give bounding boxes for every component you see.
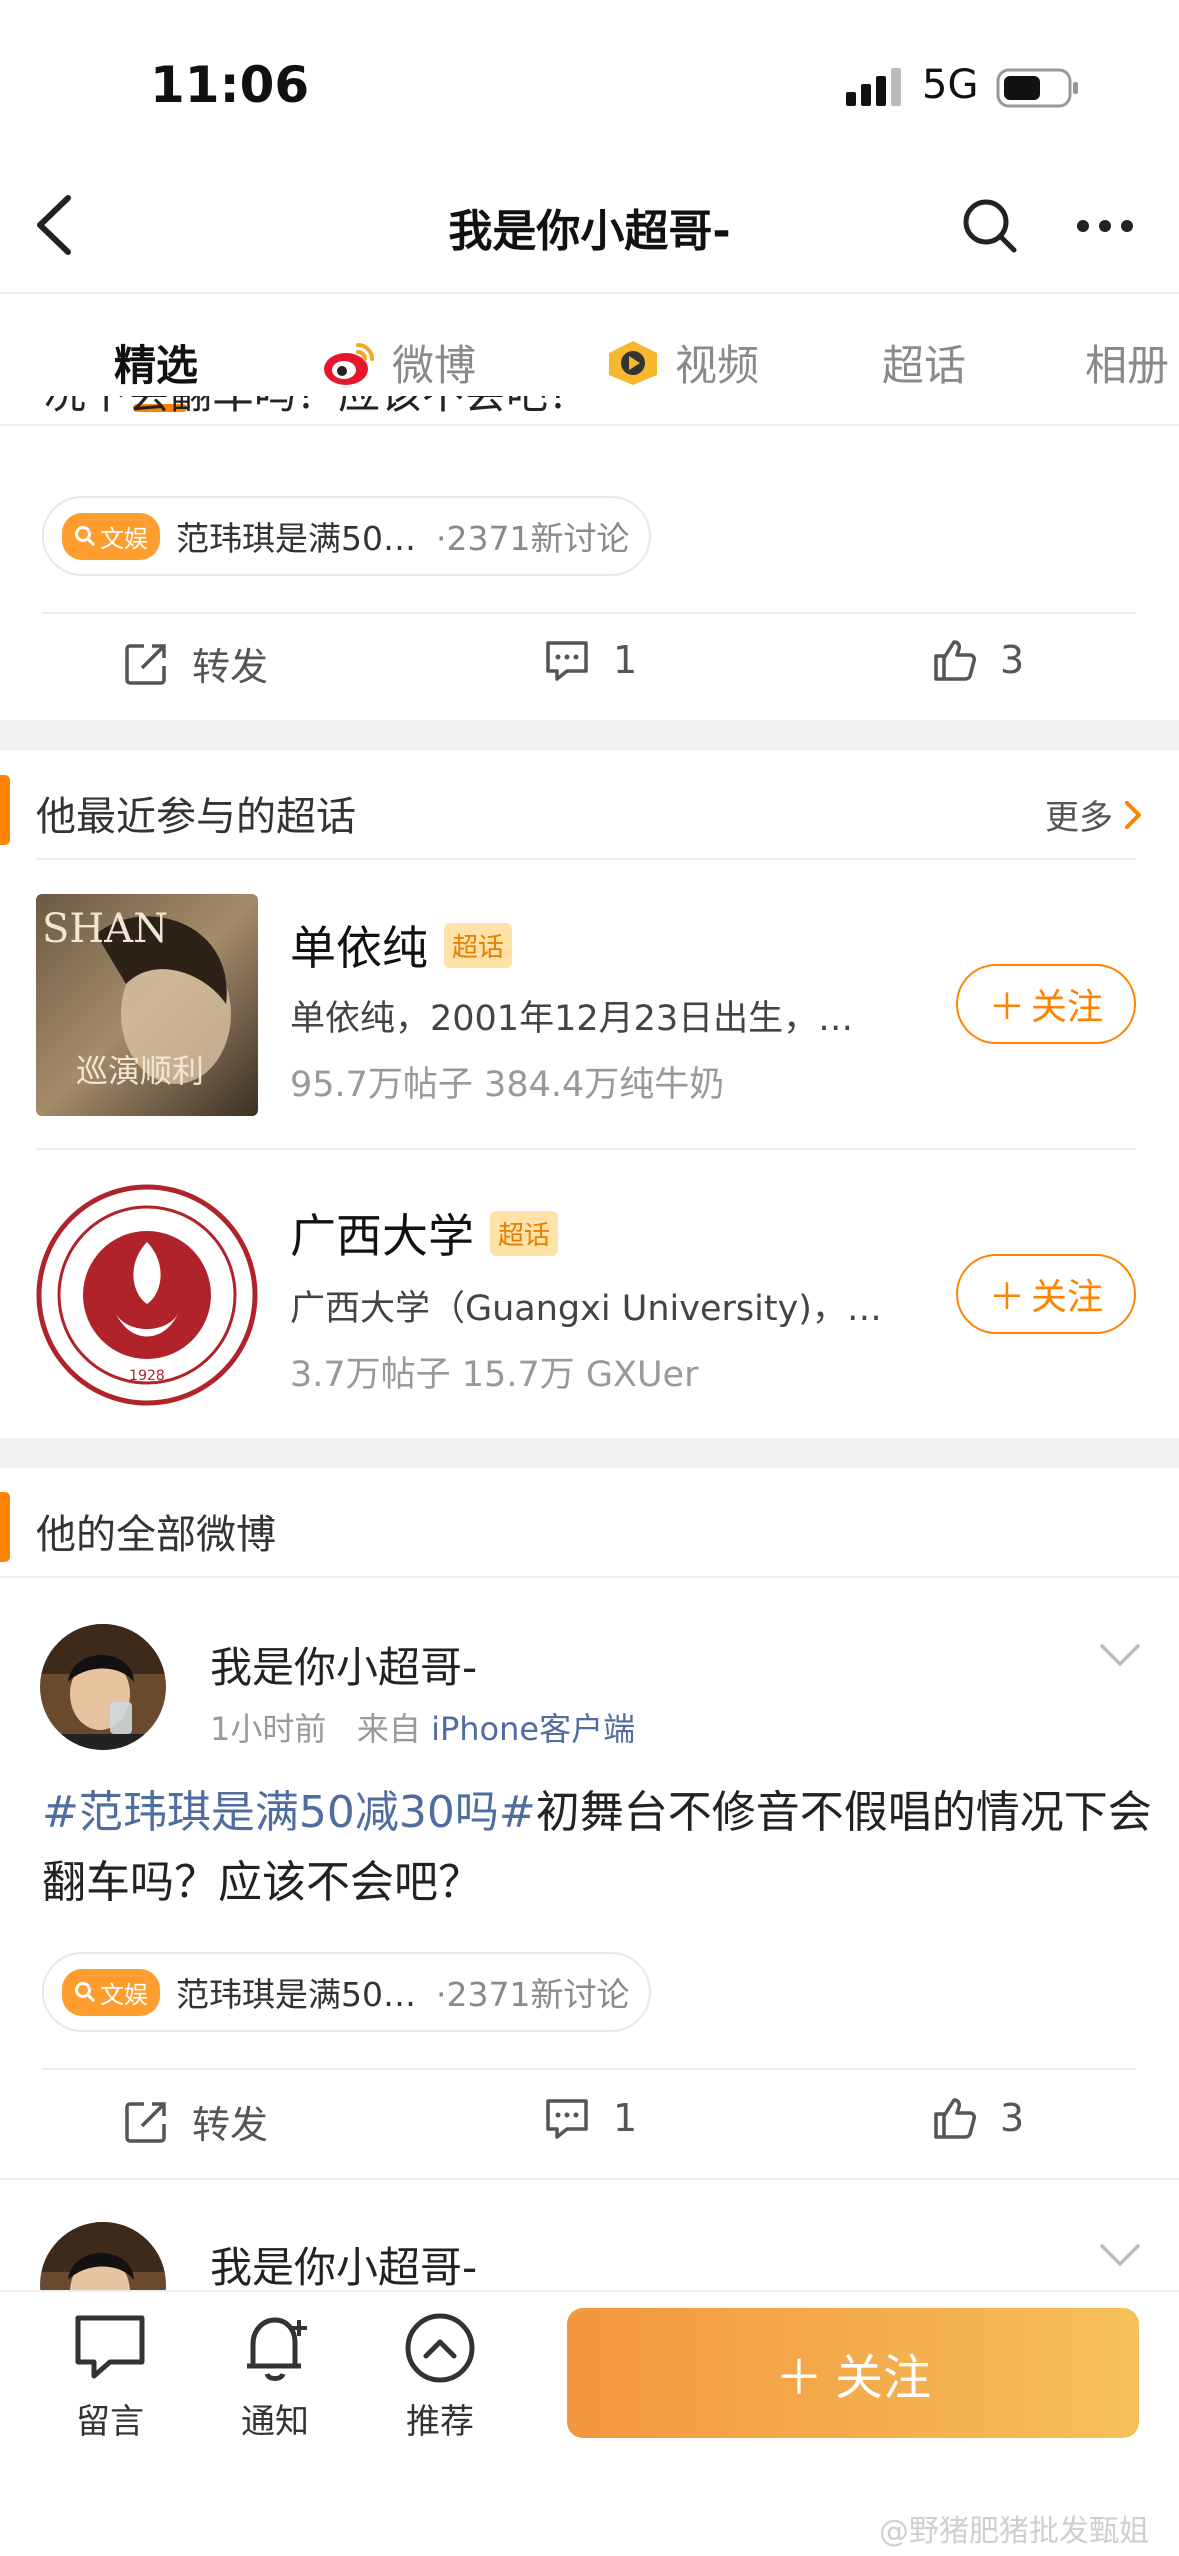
post-source: iPhone客户端 (431, 1710, 636, 1748)
watermark: @野猪肥猪批发甄姐 (879, 2514, 1149, 2549)
more-supertopics-link[interactable]: 更多 (1045, 790, 1143, 839)
post-text-cutoff: 况下会翻车吗？应该不会吧？ (44, 396, 1144, 426)
post-meta: 1小时前 来自 iPhone客户端 (210, 1710, 636, 1748)
chevron-down-icon[interactable] (1098, 1640, 1142, 1670)
svg-text:巡演顺利: 巡演顺利 (76, 1052, 204, 1090)
search-icon[interactable] (960, 196, 1020, 256)
post-username[interactable]: 我是你小超哥- (210, 1634, 477, 1695)
plus-icon: ＋ (988, 1277, 1025, 1318)
video-play-icon (609, 340, 657, 385)
section-divider (0, 1576, 1179, 1578)
chevron-right-icon (1125, 800, 1141, 829)
repost-button[interactable]: 转发 (122, 2094, 268, 2149)
avatar[interactable] (40, 1624, 166, 1750)
recommend-button[interactable]: 推荐 (400, 2310, 480, 2443)
battery-icon (996, 68, 1078, 108)
all-posts-section-title: 他的全部微博 (36, 1512, 276, 1558)
bell-plus-icon (247, 2317, 307, 2381)
section-accent-bar (0, 775, 10, 845)
supertopics-section-title: 他最近参与的超话 (36, 794, 356, 840)
search-icon (75, 1982, 96, 2003)
more-options-icon[interactable] (1075, 216, 1135, 236)
post-separator (0, 2178, 1179, 2180)
tab-featured[interactable]: 精选 (114, 332, 198, 393)
comment-button[interactable]: 1 (543, 2094, 637, 2142)
topic-count: ·2371新讨论 (436, 519, 630, 558)
chevron-down-icon[interactable] (1098, 2240, 1142, 2270)
svg-text:1928: 1928 (129, 1368, 165, 1384)
post-body: #范玮琪是满50减30吗#初舞台不修音不假唱的情况下会翻车吗？应该不会吧？ (42, 1787, 1152, 1908)
post-hashtag[interactable]: #范玮琪是满50减30吗# (42, 1787, 536, 1838)
topic-count: ·2371新讨论 (436, 1975, 630, 2014)
thumbs-up-icon (934, 640, 976, 681)
tab-video[interactable]: 视频 (605, 332, 759, 393)
supertopic-thumbnail[interactable]: 1928 (36, 1184, 258, 1406)
tab-album[interactable]: 相册 (1085, 332, 1169, 393)
item-divider (36, 1148, 1136, 1150)
repost-icon (125, 2101, 166, 2143)
cellular-signal-icon (846, 68, 901, 106)
comment-button[interactable]: 1 (543, 636, 637, 684)
post-divider (42, 612, 1136, 614)
supertopic-thumbnail[interactable]: SHAN 巡演顺利 (36, 894, 258, 1116)
topic-category-tag: 文娱 (62, 1968, 160, 2016)
supertopic-badge: 超话 (444, 922, 513, 968)
follow-supertopic-button[interactable]: ＋关注 (956, 964, 1136, 1044)
plus-icon: ＋ (988, 987, 1025, 1028)
supertopic-badge: 超话 (490, 1210, 559, 1256)
supertopic-name[interactable]: 广西大学 超话 (290, 1200, 559, 1266)
supertopic-name[interactable]: 单依纯 超话 (290, 912, 513, 978)
message-bubble-icon (75, 2315, 145, 2379)
supertopic-stats: 3.7万帖子 15.7万 GXUer (290, 1355, 699, 1395)
weibo-logo-icon (324, 342, 374, 385)
section-gap (0, 720, 1179, 750)
topic-category-tag: 文娱 (62, 512, 160, 560)
section-accent-bar (0, 1492, 10, 1562)
post-divider (42, 2068, 1136, 2070)
network-type: 5G (922, 62, 979, 108)
repost-button[interactable]: 转发 (122, 636, 268, 691)
supertopic-description: 单依纯，2001年12月23日出生，… (290, 999, 854, 1039)
nav-divider (0, 292, 1179, 294)
repost-icon (125, 643, 166, 685)
comment-icon (546, 641, 588, 681)
supertopic-stats: 95.7万帖子 384.4万纯牛奶 (290, 1065, 725, 1105)
message-button[interactable]: 留言 (70, 2310, 150, 2443)
status-time: 11:06 (150, 56, 310, 114)
search-icon (75, 526, 96, 547)
topic-name: 范玮琪是满50… (176, 519, 416, 558)
comment-icon (546, 2099, 588, 2139)
supertopic-description: 广西大学（Guangxi University)，… (290, 1289, 882, 1329)
follow-supertopic-button[interactable]: ＋关注 (956, 1254, 1136, 1334)
like-button[interactable]: 3 (930, 636, 1024, 684)
post-username[interactable]: 我是你小超哥- (210, 2234, 477, 2295)
tab-supertopic[interactable]: 超话 (882, 332, 966, 393)
arrow-up-circle-icon (405, 2313, 475, 2383)
follow-user-button[interactable]: ＋关注 (567, 2308, 1139, 2438)
plus-icon: ＋ (774, 2350, 823, 2406)
section-divider (36, 858, 1136, 860)
topic-pill[interactable]: 文娱 范玮琪是满50… ·2371新讨论 (42, 1952, 652, 2032)
section-gap (0, 1438, 1179, 1468)
topic-pill[interactable]: 文娱 范玮琪是满50… ·2371新讨论 (42, 496, 652, 576)
tab-weibo[interactable]: 微博 (322, 332, 476, 393)
thumbs-up-icon (934, 2098, 976, 2139)
topic-name: 范玮琪是满50… (176, 1975, 416, 2014)
notify-button[interactable]: 通知 (235, 2310, 315, 2443)
svg-text:SHAN: SHAN (42, 906, 168, 952)
like-button[interactable]: 3 (930, 2094, 1024, 2142)
